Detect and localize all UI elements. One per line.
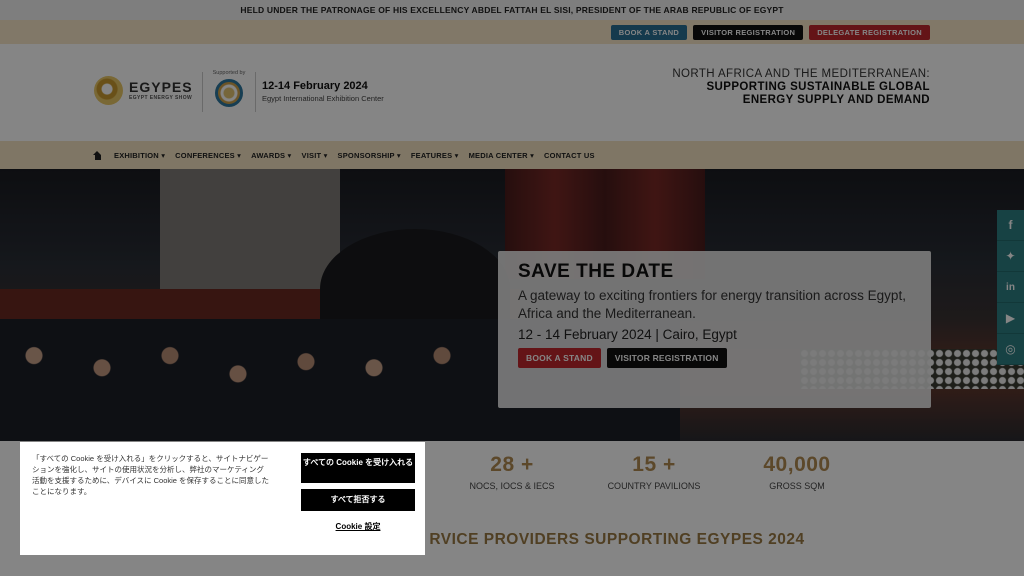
- cookie-settings-link[interactable]: Cookie 設定: [301, 521, 415, 532]
- accept-all-cookies-button[interactable]: すべての Cookie を受け入れる: [301, 453, 415, 483]
- reject-all-cookies-button[interactable]: すべて拒否する: [301, 489, 415, 511]
- cookie-consent-banner: 「すべての Cookie を受け入れる」をクリックすると、サイトナビゲーションを…: [20, 442, 425, 555]
- cookie-consent-text: 「すべての Cookie を受け入れる」をクリックすると、サイトナビゲーションを…: [32, 454, 270, 496]
